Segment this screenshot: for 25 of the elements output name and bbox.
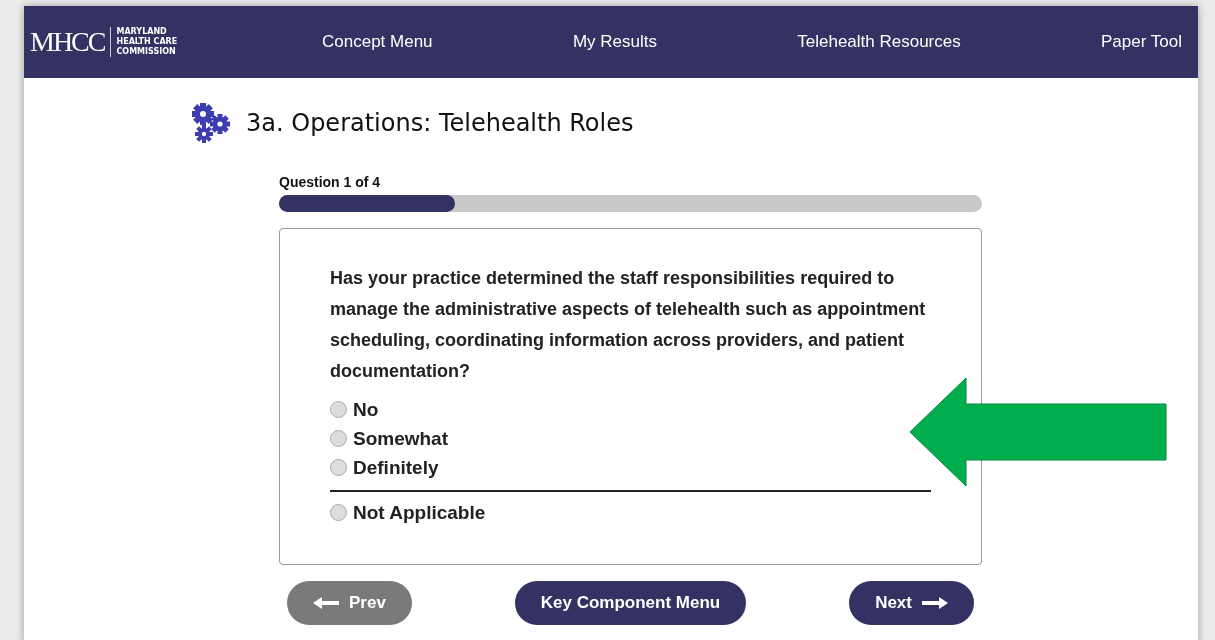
radio-option[interactable]: No <box>330 395 379 424</box>
radio-option[interactable]: Definitely <box>330 453 439 482</box>
nav-link[interactable]: My Results <box>572 32 657 52</box>
next-button[interactable]: Next <box>849 581 974 625</box>
page-title: 3a. Operations: Telehealth Roles <box>246 109 634 137</box>
radio-button[interactable] <box>330 430 347 447</box>
logo-text: MARYLAND <box>116 27 168 37</box>
left-arrow-icon <box>313 597 339 609</box>
logo-mark: MHCC <box>30 26 105 58</box>
menu-button[interactable]: Key Component Menu <box>514 581 747 625</box>
right-arrow-icon <box>922 597 948 609</box>
gears-icon <box>190 102 232 144</box>
logo-text: COMMISSION <box>116 47 177 57</box>
question-text: Has your practice determined the staff responsibilities required to manage the administrative aspects of telehealth such as appointment scheduling, coordinating information across providers, and patient documentation? <box>330 267 927 383</box>
nav-link[interactable]: Concept Menu <box>322 32 433 52</box>
radio-button[interactable] <box>330 401 347 418</box>
left-arrow-icon <box>908 376 1170 488</box>
nav-link[interactable]: Paper Tool <box>1101 32 1182 52</box>
nav-link[interactable]: Telehealth Resources <box>797 32 961 52</box>
radio-button[interactable] <box>330 459 347 476</box>
question-counter: Question 1 of 4 <box>279 174 382 190</box>
radio-button[interactable] <box>330 504 347 521</box>
radio-option[interactable]: Somewhat <box>330 424 449 453</box>
logo-text: HEALTH CARE <box>116 37 178 47</box>
radio-option[interactable]: Not Applicable <box>330 498 486 527</box>
